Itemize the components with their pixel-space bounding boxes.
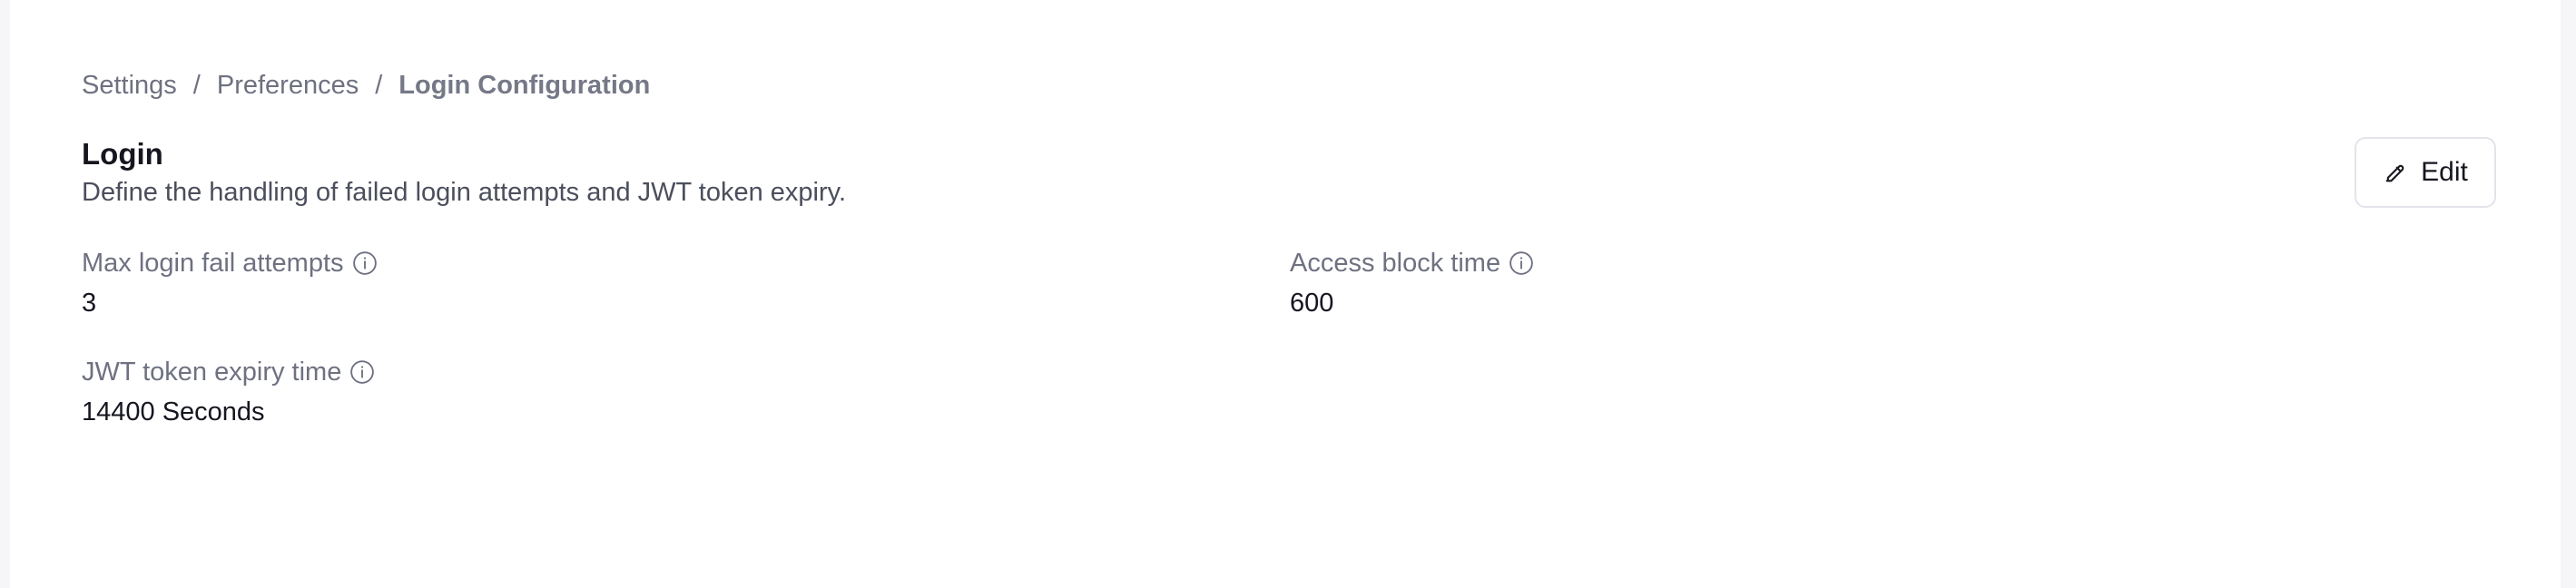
breadcrumb-item-current: Login Configuration bbox=[398, 70, 651, 100]
field-jwt-token-expiry-time: JWT token expiry time 14400 Seconds bbox=[82, 354, 376, 430]
section-title: Login bbox=[82, 137, 163, 171]
breadcrumb-separator: / bbox=[375, 70, 383, 100]
field-value: 3 bbox=[82, 289, 97, 318]
info-icon[interactable] bbox=[349, 358, 376, 386]
field-max-login-fail-attempts: Max login fail attempts 3 bbox=[82, 245, 379, 321]
info-icon[interactable] bbox=[351, 250, 379, 277]
edit-button-label: Edit bbox=[2421, 157, 2468, 187]
field-value: 14400 Seconds bbox=[82, 397, 265, 426]
field-label: JWT token expiry time bbox=[82, 358, 342, 387]
field-value: 600 bbox=[1290, 289, 1334, 318]
section-description: Define the handling of failed login atte… bbox=[82, 178, 847, 207]
breadcrumb-separator: / bbox=[192, 70, 201, 100]
edit-button[interactable]: Edit bbox=[2355, 137, 2496, 208]
breadcrumb-item-settings[interactable]: Settings bbox=[82, 71, 177, 101]
breadcrumb: Settings / Preferences / Login Configura… bbox=[82, 67, 650, 103]
pencil-icon bbox=[2383, 160, 2408, 185]
settings-panel: Settings / Preferences / Login Configura… bbox=[10, 0, 2561, 588]
breadcrumb-item-preferences[interactable]: Preferences bbox=[217, 71, 359, 101]
field-access-block-time: Access block time 600 bbox=[1290, 245, 1535, 321]
field-label: Max login fail attempts bbox=[82, 249, 344, 278]
info-icon[interactable] bbox=[1508, 250, 1535, 277]
field-label: Access block time bbox=[1290, 249, 1501, 278]
